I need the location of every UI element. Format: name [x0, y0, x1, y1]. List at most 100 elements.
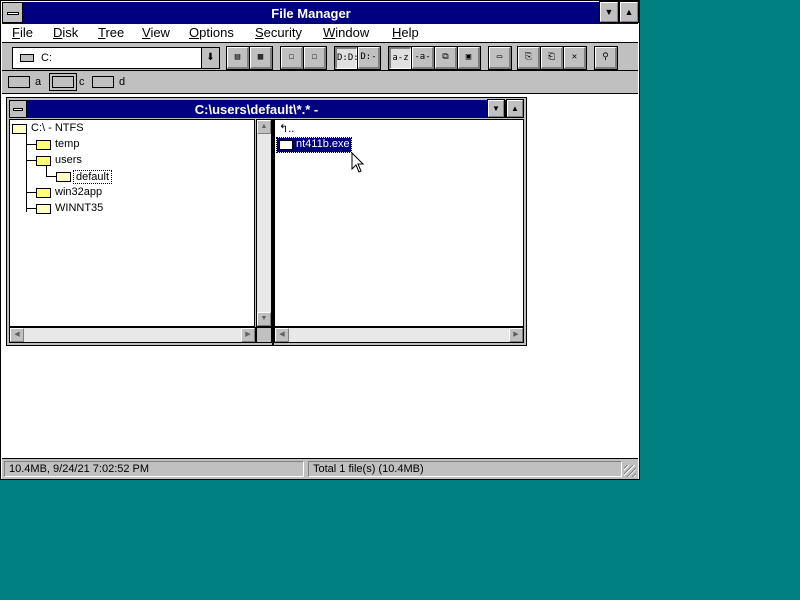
child-system-menu-button[interactable] [9, 100, 27, 118]
stop-sharing-button[interactable]: ☐ [303, 46, 327, 70]
scroll-left-button[interactable]: ◀ [10, 328, 24, 342]
share-as-icon: ☐ [288, 52, 295, 62]
toolbar: C: ⬇ ▤ ▦ ☐ ☐ D:D:D:-- a-z-a-z ⧉ ▣ ▭ ⎘ ⎗ ✕ ⚲ [2, 43, 638, 80]
right-arrow-icon: ▶ [245, 331, 251, 338]
mouse-pointer-icon [351, 152, 365, 173]
drive-select[interactable]: C: ⬇ [12, 47, 220, 69]
maximize-icon: ▲ [511, 104, 519, 113]
share-as-button[interactable]: ☐ [280, 46, 304, 70]
drive-select-value: C: [41, 52, 52, 64]
view-name-button[interactable]: D:D: [334, 46, 359, 70]
cdrom-icon [92, 76, 114, 88]
tree-vertical-scrollbar[interactable]: ▲ ▼ [256, 119, 272, 327]
system-menu-icon [13, 108, 23, 111]
menu-disk[interactable]: Disk [53, 25, 78, 40]
sort-by-type-button[interactable]: -a-z [411, 46, 435, 80]
properties-button[interactable]: ⚲ [594, 46, 618, 70]
system-menu-button[interactable] [2, 2, 23, 23]
copy-button[interactable]: ⎘ [517, 46, 541, 70]
properties-icon: ⚲ [602, 52, 609, 62]
open-folder-icon [12, 124, 27, 134]
drive-letter: c [79, 76, 85, 88]
file-item[interactable]: nt411b.exe [276, 137, 352, 153]
move-icon: ⎗ [547, 52, 556, 62]
executable-file-icon [279, 140, 293, 150]
scroll-left-button[interactable]: ◀ [275, 328, 289, 342]
delete-button[interactable]: ✕ [563, 46, 587, 70]
status-bar: 10.4MB, 9/24/21 7:02:52 PM Total 1 file(… [2, 458, 638, 479]
sort-by-name-button[interactable]: a-z [388, 46, 412, 70]
drive-dropdown-button[interactable]: ⬇ [201, 48, 219, 68]
folder-icon [36, 188, 51, 198]
minimize-button[interactable]: ▼ [599, 1, 619, 23]
drive-c[interactable]: c [49, 73, 88, 91]
disconnect-network-drive-button[interactable]: ▦ [249, 46, 273, 70]
tree-node-label: WINNT35 [55, 202, 104, 214]
tree-line [46, 176, 56, 177]
menu-file[interactable]: File [12, 25, 33, 40]
down-arrow-icon: ▼ [260, 315, 268, 322]
tree-node-label: users [55, 154, 82, 166]
dropdown-arrow-icon: ⬇ [206, 52, 215, 63]
status-directory-total: Total 1 file(s) (10.4MB) [308, 461, 622, 477]
right-arrow-icon: ▶ [513, 331, 519, 338]
file-manager-window: File Manager ▼ ▲ File Disk Tree View Options… [0, 0, 640, 480]
move-button[interactable]: ⎗ [540, 46, 564, 70]
sort-by-name-icon: a-z [392, 53, 409, 63]
drive-letter: d [119, 76, 126, 88]
scroll-right-button[interactable]: ▶ [241, 328, 255, 342]
disconnect-network-drive-icon: ▦ [257, 52, 264, 62]
menu-view[interactable]: View [142, 25, 170, 40]
tree-node-label: temp [55, 138, 80, 150]
tree-node-label: C:\ - NTFS [31, 122, 84, 134]
drive-bar: acd [2, 71, 638, 94]
child-maximize-button[interactable]: ▲ [506, 99, 524, 118]
new-window-button[interactable]: ▭ [488, 46, 512, 70]
scroll-right-button[interactable]: ▶ [509, 328, 523, 342]
tree-line [26, 134, 27, 212]
sort-by-size-button[interactable]: ⧉ [434, 46, 458, 70]
scroll-up-button[interactable]: ▲ [257, 120, 271, 134]
minimize-icon: ▼ [604, 7, 614, 17]
directory-window-title-bar[interactable]: C:\users\default\*.* - ▼ ▲ [9, 99, 524, 118]
sort-by-size-icon: ⧉ [442, 52, 449, 62]
open-folder-icon [36, 204, 51, 214]
directory-tree-pane[interactable]: C:\ - NTFS temp users default win32app WINNT3… [9, 119, 255, 327]
view-details-button[interactable]: D:-- [357, 46, 381, 80]
sort-by-date-button[interactable]: ▣ [457, 46, 481, 70]
floppy-icon [8, 76, 30, 88]
title-bar[interactable]: File Manager ▼ ▲ [2, 1, 639, 24]
left-arrow-icon: ◀ [279, 331, 285, 338]
minimize-icon: ▼ [492, 104, 500, 113]
file-name: nt411b.exe [296, 138, 350, 150]
menu-window[interactable]: Window [323, 25, 369, 40]
sort-by-date-icon: ▣ [465, 52, 472, 62]
file-list-pane[interactable]: ↰.. nt411b.exe [274, 119, 524, 327]
files-horizontal-scrollbar[interactable]: ◀ ▶ [274, 327, 524, 343]
child-minimize-button[interactable]: ▼ [487, 99, 505, 118]
drive-a[interactable]: a [8, 74, 44, 91]
delete-icon: ✕ [571, 52, 578, 62]
connect-network-drive-button[interactable]: ▤ [226, 46, 250, 70]
system-menu-icon [7, 12, 19, 15]
window-title: File Manager [271, 6, 351, 21]
drive-d[interactable]: d [92, 74, 128, 91]
maximize-button[interactable]: ▲ [619, 1, 639, 23]
parent-directory-item[interactable]: ↰.. [277, 122, 301, 136]
parent-directory-icon: ↰.. [279, 123, 295, 135]
folder-icon [36, 156, 51, 166]
menu-tree[interactable]: Tree [98, 25, 124, 40]
view-name-icon: D:D: [337, 53, 359, 63]
menu-security[interactable]: Security [255, 25, 302, 40]
menu-options[interactable]: Options [189, 25, 234, 40]
menu-help[interactable]: Help [392, 25, 419, 40]
drive-letter: a [35, 76, 42, 88]
open-folder-icon [56, 172, 71, 182]
tree-node-label: win32app [55, 186, 103, 198]
tree-line [46, 166, 47, 176]
maximize-icon: ▲ [624, 7, 634, 17]
tree-horizontal-scrollbar[interactable]: ◀ ▶ [9, 327, 256, 343]
directory-window: C:\users\default\*.* - ▼ ▲ C:\ - NTFS tem… [6, 97, 527, 346]
scroll-down-button[interactable]: ▼ [257, 312, 271, 326]
resize-grip[interactable] [624, 465, 636, 477]
